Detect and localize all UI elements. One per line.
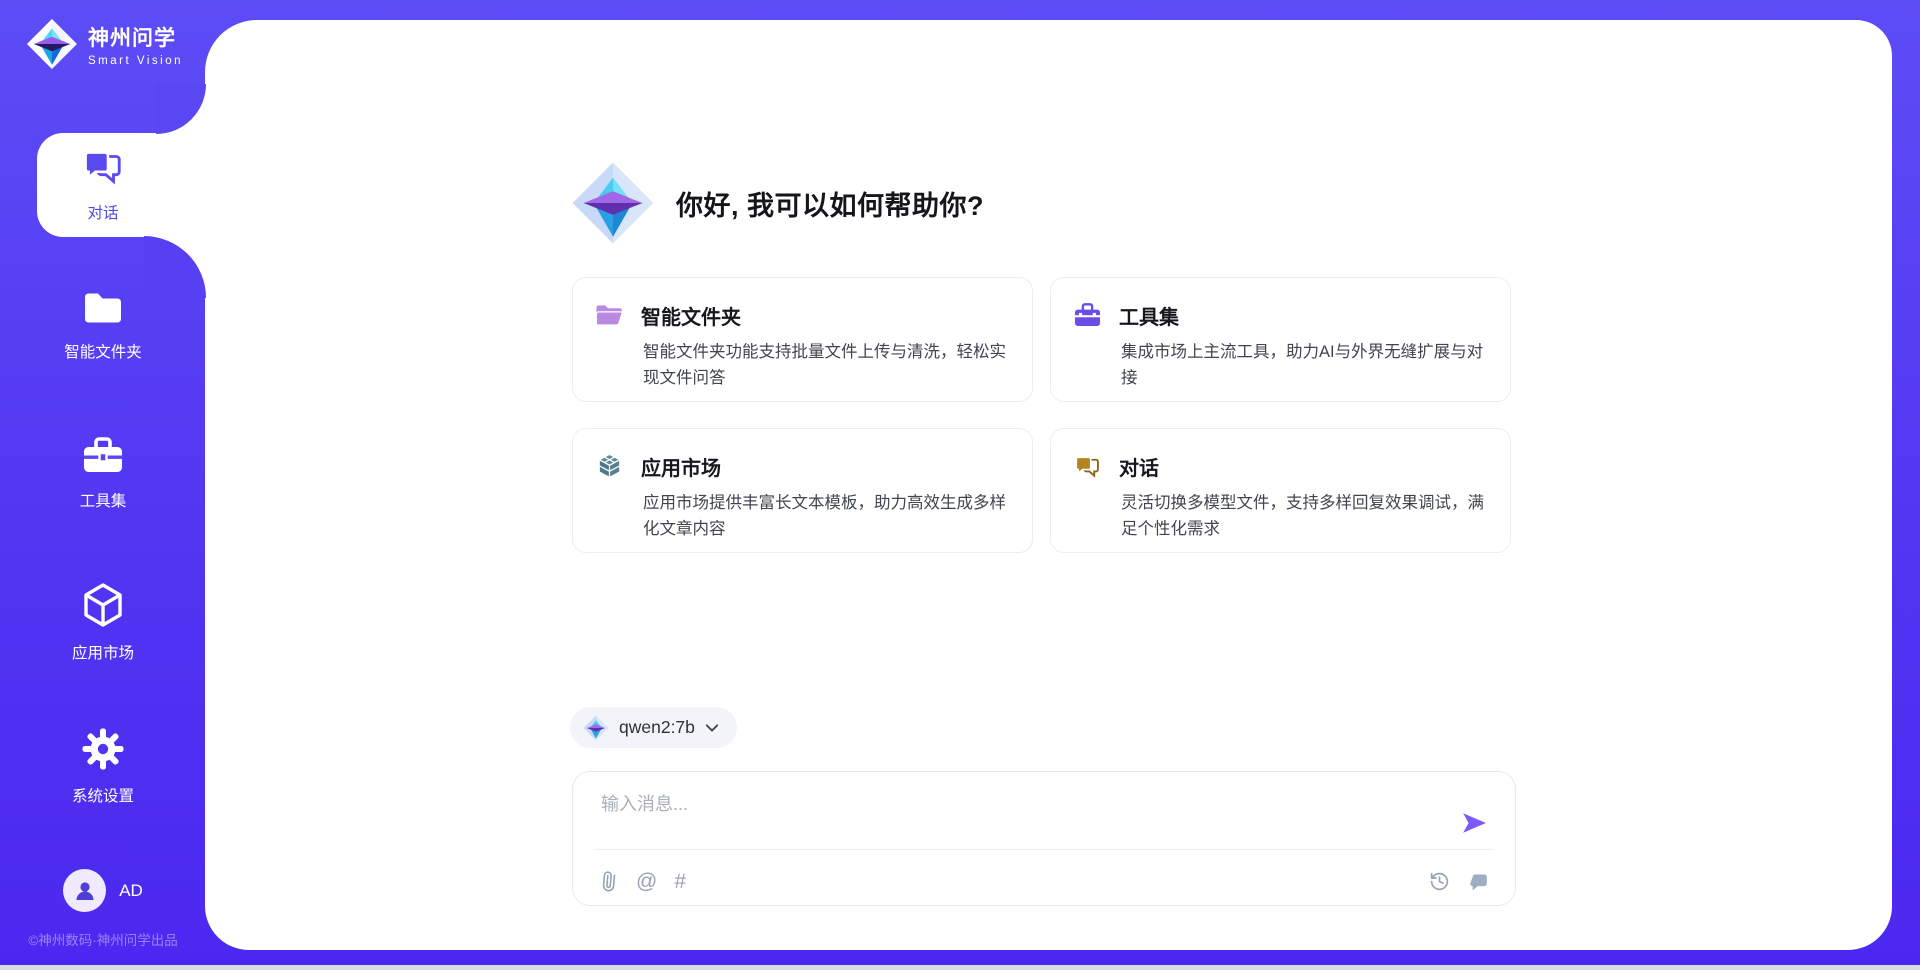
greeting: 你好, 我可以如何帮助你? [571, 161, 984, 245]
greeting-text: 你好, 我可以如何帮助你? [676, 184, 984, 223]
card-description: 集成市场上主流工具，助力AI与外界无缝扩展与对接 [1121, 339, 1484, 392]
message-input-box: @ # [572, 771, 1516, 906]
card-app-market[interactable]: 应用市场 应用市场提供丰富长文本模板，助力高效生成多样化文章内容 [572, 428, 1033, 553]
card-title: 智能文件夹 [641, 301, 741, 330]
main-content: 你好, 我可以如何帮助你? 智能文件夹 智能文件夹功能支持批量文件上传与清洗，轻… [0, 0, 1920, 970]
card-chat[interactable]: 对话 灵活切换多模型文件，支持多样回复效果调试，满足个性化需求 [1050, 428, 1511, 553]
history-icon[interactable] [1429, 871, 1450, 892]
brand-diamond-icon-large [571, 161, 655, 245]
folder-open-icon [595, 302, 624, 329]
card-toolset[interactable]: 工具集 集成市场上主流工具，助力AI与外界无缝扩展与对接 [1050, 277, 1511, 402]
toolbox-icon [1073, 302, 1102, 329]
hashtag-icon[interactable]: # [674, 871, 686, 892]
app-window: 神州问学 Smart Vision 对话 智能文件夹 [0, 0, 1920, 970]
card-description: 灵活切换多模型文件，支持多样回复效果调试，满足个性化需求 [1121, 490, 1484, 543]
card-smart-folder[interactable]: 智能文件夹 智能文件夹功能支持批量文件上传与清洗，轻松实现文件问答 [572, 277, 1033, 402]
model-name: qwen2:7b [619, 717, 695, 738]
chat-bubbles-icon [1073, 453, 1102, 480]
comment-icon[interactable] [1468, 872, 1489, 892]
chevron-down-icon[interactable] [705, 722, 719, 734]
card-description: 应用市场提供丰富长文本模板，助力高效生成多样化文章内容 [643, 490, 1006, 543]
cube-grid-icon [595, 453, 624, 480]
brand-diamond-icon-small [583, 715, 609, 741]
feature-cards: 智能文件夹 智能文件夹功能支持批量文件上传与清洗，轻松实现文件问答 工具集 集成… [572, 277, 1512, 553]
message-input[interactable] [601, 790, 1441, 842]
input-divider [595, 849, 1493, 850]
mention-icon[interactable]: @ [636, 871, 657, 892]
window-bottom-strip [0, 965, 1920, 970]
card-description: 智能文件夹功能支持批量文件上传与清洗，轻松实现文件问答 [643, 339, 1006, 392]
card-title: 工具集 [1119, 301, 1179, 330]
send-icon[interactable] [1461, 810, 1487, 836]
card-title: 应用市场 [641, 452, 721, 481]
card-title: 对话 [1119, 452, 1159, 481]
model-selector[interactable]: qwen2:7b [570, 707, 737, 748]
attach-file-icon[interactable] [599, 870, 619, 892]
